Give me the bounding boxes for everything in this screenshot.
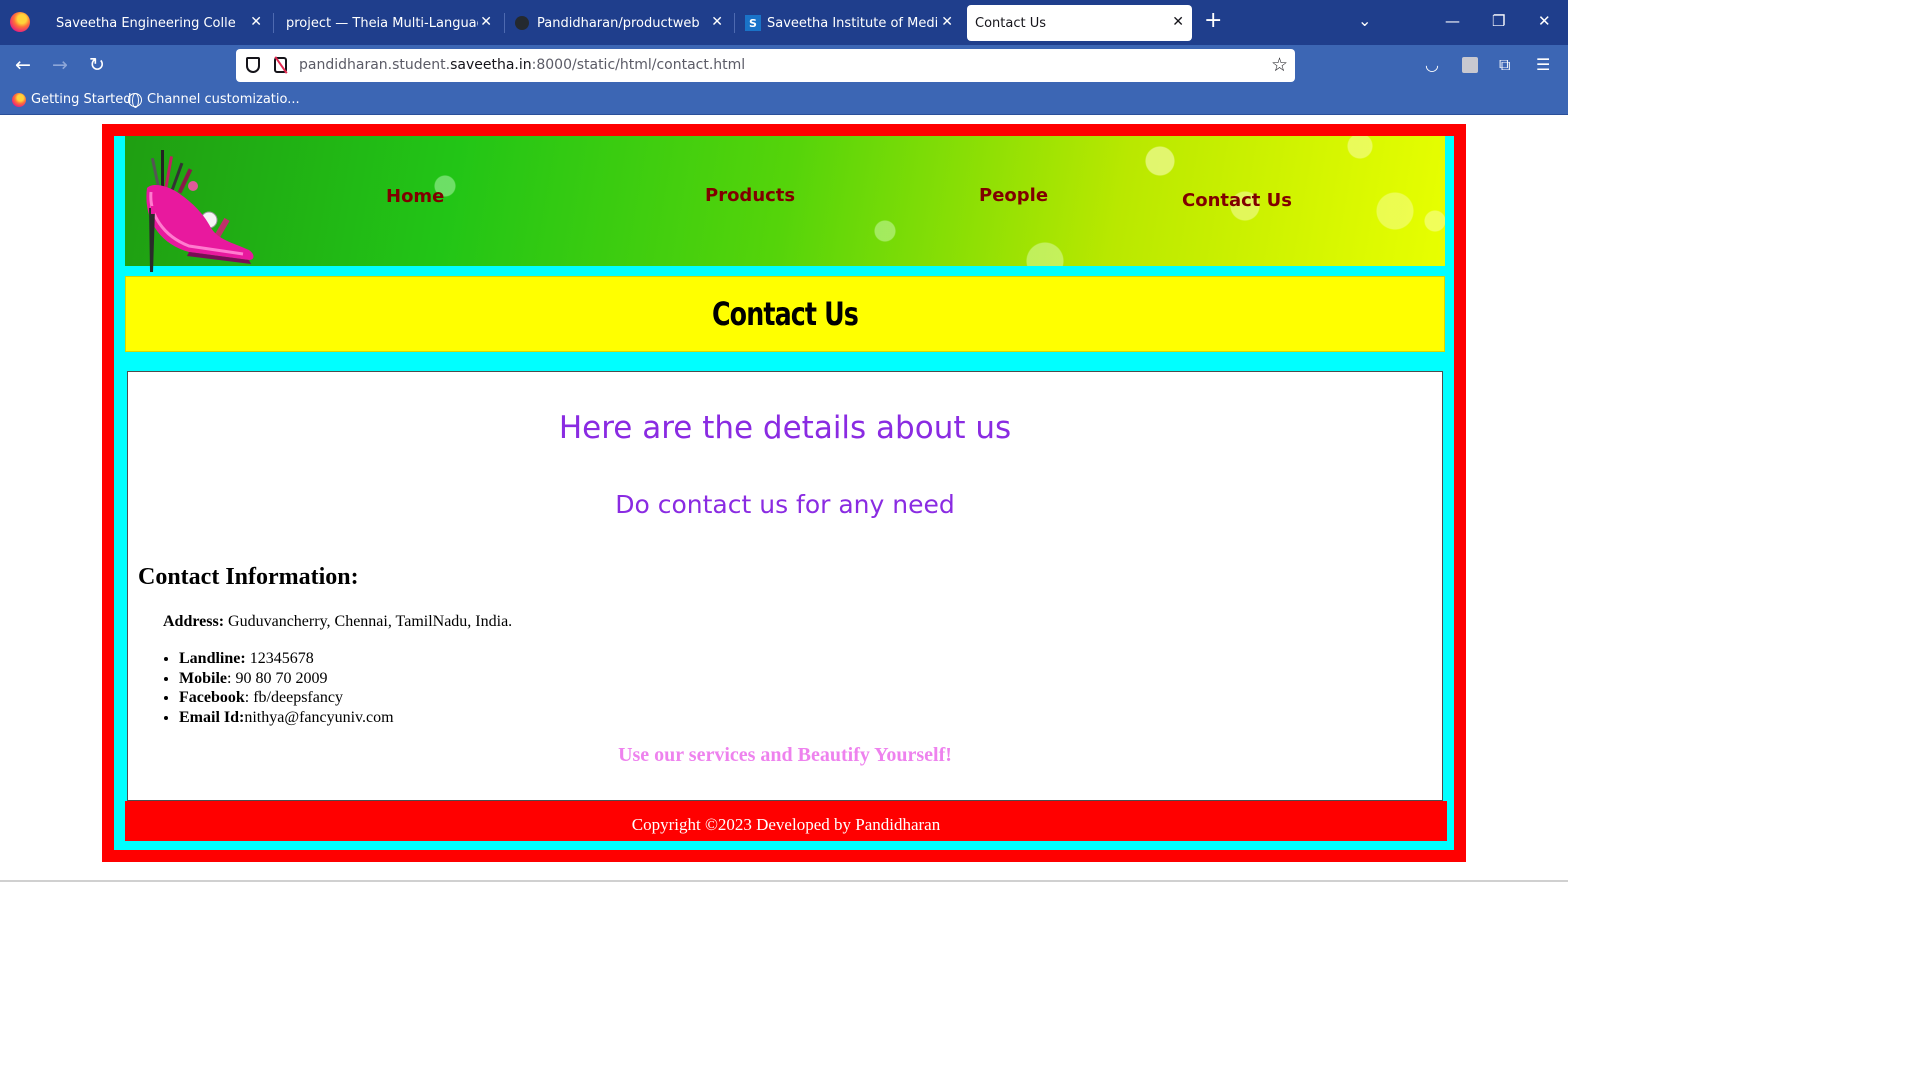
email-label: Email Id: bbox=[179, 709, 245, 727]
tracking-shield-icon[interactable] bbox=[246, 57, 260, 73]
browser-nav-bar: ← → ↻ pandidharan.student.saveetha.in:80… bbox=[0, 45, 1568, 86]
tab-contact-us[interactable]: Contact Us ✕ bbox=[967, 5, 1192, 41]
url-text[interactable]: pandidharan.student.saveetha.in:8000/sta… bbox=[299, 57, 745, 73]
bookmark-getting-started[interactable]: Getting Started bbox=[12, 92, 132, 107]
contact-need-heading: Do contact us for any need bbox=[615, 490, 955, 519]
nav-people-link[interactable]: People bbox=[979, 185, 1048, 206]
address-label: Address: bbox=[163, 613, 225, 630]
tab-title: Contact Us bbox=[975, 15, 1046, 31]
contact-content-panel: Here are the details about us Do contact… bbox=[127, 371, 1443, 801]
window-bottom-edge bbox=[0, 880, 1568, 882]
mobile-label: Mobile bbox=[179, 669, 227, 687]
tab-saveetha-engineering[interactable]: Saveetha Engineering College ✕ bbox=[44, 5, 270, 41]
nav-contact-us-link[interactable]: Contact Us bbox=[1182, 190, 1292, 211]
reload-icon[interactable]: ↻ bbox=[89, 54, 105, 76]
tab-theia-project[interactable]: project — Theia Multi-Language Ex ✕ bbox=[273, 5, 500, 41]
landline-value: 12345678 bbox=[245, 650, 314, 667]
footer: Copyright ©2023 Developed by Pandidharan bbox=[125, 801, 1447, 841]
email-value: nithya@fancyuniv.com bbox=[244, 709, 394, 727]
list-item-mobile: Mobile: 90 80 70 2009 bbox=[179, 669, 394, 689]
restore-icon[interactable]: ❐ bbox=[1492, 12, 1505, 30]
bookmark-star-icon[interactable]: ☆ bbox=[1271, 54, 1288, 76]
url-suffix: :8000/static/html/contact.html bbox=[531, 57, 746, 73]
s-favicon-icon: S bbox=[745, 15, 761, 31]
extensions-puzzle-icon[interactable]: ⧉ bbox=[1499, 55, 1510, 75]
copyright-text: Copyright ©2023 Developed by Pandidharan bbox=[631, 815, 941, 834]
bookmarks-toolbar: Getting Started Channel customizatio... bbox=[0, 86, 1568, 115]
tab-title: Saveetha Institute of Medical Ar bbox=[767, 15, 937, 31]
extension-square-icon[interactable] bbox=[1462, 57, 1478, 73]
tab-saveetha-medical[interactable]: S Saveetha Institute of Medical Ar ✕ bbox=[734, 5, 961, 41]
tab-github-productweb[interactable]: Pandidharan/productweb ✕ bbox=[504, 5, 731, 41]
bookmark-channel-customization[interactable]: Channel customizatio... bbox=[128, 92, 300, 108]
close-tab-icon[interactable]: ✕ bbox=[941, 14, 953, 30]
browser-tab-bar: Saveetha Engineering College ✕ project —… bbox=[0, 0, 1568, 45]
bookmark-label: Channel customizatio... bbox=[147, 92, 300, 107]
firefox-menu-icon[interactable] bbox=[10, 12, 30, 32]
address-value: Guduvancherry, Chennai, TamilNadu, India… bbox=[224, 613, 513, 630]
back-arrow-icon[interactable]: ← bbox=[15, 54, 31, 76]
tagline: Use our services and Beautify Yourself! bbox=[618, 744, 952, 766]
globe-icon bbox=[128, 92, 142, 108]
landline-label: Landline: bbox=[179, 650, 246, 667]
details-heading: Here are the details about us bbox=[558, 410, 1012, 446]
page-outer-red-border: Home Products People Contact Us Contact … bbox=[102, 124, 1466, 862]
close-tab-icon[interactable]: ✕ bbox=[1172, 14, 1184, 30]
header-banner: Home Products People Contact Us bbox=[125, 136, 1445, 272]
url-prefix: pandidharan.student. bbox=[299, 57, 451, 73]
tab-title: Pandidharan/productweb bbox=[537, 15, 700, 31]
bookmark-label: Getting Started bbox=[31, 92, 132, 107]
hamburger-menu-icon[interactable]: ☰ bbox=[1536, 55, 1550, 74]
list-item-facebook: Facebook: fb/deepsfancy bbox=[179, 688, 394, 708]
list-item-email: Email Id:nithya@fancyuniv.com bbox=[179, 708, 394, 728]
url-host: saveetha.in bbox=[450, 57, 532, 73]
list-all-tabs-chevron-icon[interactable]: ⌄ bbox=[1358, 11, 1371, 30]
high-heel-logo-icon bbox=[146, 150, 254, 272]
contact-list: Landline: 12345678 Mobile: 90 80 70 2009… bbox=[179, 649, 394, 728]
new-tab-plus-icon[interactable]: + bbox=[1204, 10, 1222, 32]
minimize-icon[interactable]: — bbox=[1445, 12, 1460, 30]
page-title-band: Contact Us bbox=[125, 276, 1445, 352]
address-line: Address: Guduvancherry, Chennai, TamilNa… bbox=[163, 613, 512, 631]
forward-arrow-icon[interactable]: → bbox=[52, 54, 68, 76]
facebook-value: : fb/deepsfancy bbox=[244, 689, 343, 707]
list-item-landline: Landline: 12345678 bbox=[179, 649, 394, 669]
firefox-icon bbox=[12, 92, 26, 107]
facebook-label: Facebook bbox=[179, 689, 245, 707]
github-icon bbox=[515, 16, 529, 30]
close-tab-icon[interactable]: ✕ bbox=[250, 14, 262, 30]
pocket-icon[interactable]: ◡ bbox=[1425, 55, 1439, 74]
close-tab-icon[interactable]: ✕ bbox=[480, 14, 492, 30]
mobile-value: : 90 80 70 2009 bbox=[227, 669, 328, 687]
close-window-icon[interactable]: ✕ bbox=[1538, 12, 1551, 30]
page-inner-cyan-border: Home Products People Contact Us Contact … bbox=[114, 136, 1454, 850]
page-title: Contact Us bbox=[711, 295, 859, 333]
nav-products-link[interactable]: Products bbox=[705, 185, 795, 206]
tab-title: project — Theia Multi-Language Ex bbox=[286, 15, 478, 31]
address-bar[interactable]: pandidharan.student.saveetha.in:8000/sta… bbox=[236, 49, 1295, 82]
contact-information-heading: Contact Information: bbox=[138, 564, 359, 590]
tab-title: Saveetha Engineering College bbox=[56, 15, 236, 31]
close-tab-icon[interactable]: ✕ bbox=[711, 14, 723, 30]
nav-home-link[interactable]: Home bbox=[386, 186, 444, 207]
insecure-lock-icon[interactable] bbox=[274, 57, 287, 73]
